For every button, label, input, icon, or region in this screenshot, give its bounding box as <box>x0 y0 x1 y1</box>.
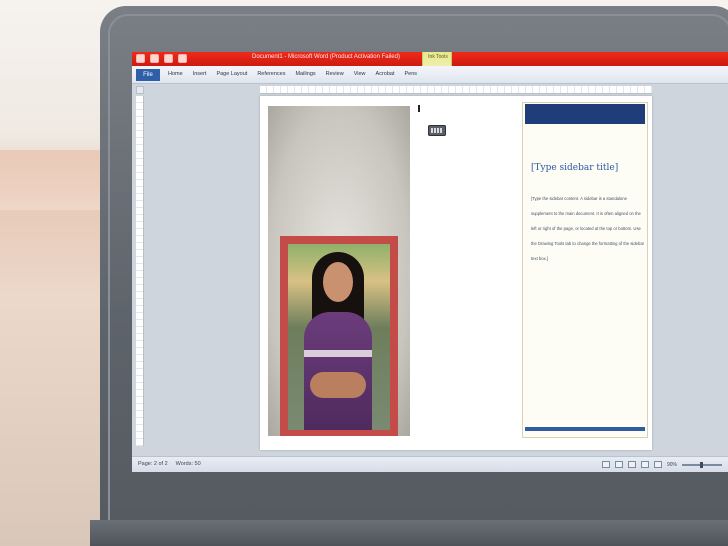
redo-icon[interactable] <box>178 54 187 63</box>
zoom-level[interactable]: 90% <box>667 462 677 468</box>
undo-icon[interactable] <box>164 54 173 63</box>
document-page[interactable]: [Type sidebar title] [Type the sidebar c… <box>260 96 652 450</box>
status-right: 90% <box>601 461 722 468</box>
web-layout-button[interactable] <box>627 461 636 468</box>
tab-acrobat[interactable]: Acrobat <box>376 71 395 77</box>
photo-dress-stripe <box>304 350 372 357</box>
text-cursor <box>418 105 420 112</box>
word-window: Document1 - Microsoft Word (Product Acti… <box>132 52 728 472</box>
laptop-base <box>90 520 728 546</box>
tab-mailings[interactable]: Mailings <box>295 71 315 77</box>
contextual-group-label: Ink Tools <box>428 54 448 60</box>
vertical-ruler[interactable] <box>136 96 144 446</box>
tab-page-layout[interactable]: Page Layout <box>216 71 247 77</box>
outline-button[interactable] <box>640 461 649 468</box>
draft-button[interactable] <box>653 461 662 468</box>
tab-review[interactable]: Review <box>326 71 344 77</box>
horizontal-ruler[interactable] <box>260 86 652 94</box>
sidebar-header-bar <box>525 104 645 124</box>
tab-home[interactable]: Home <box>168 71 183 77</box>
sidebar-title[interactable]: [Type sidebar title] <box>531 163 643 173</box>
save-icon[interactable] <box>150 54 159 63</box>
tab-references[interactable]: References <box>257 71 285 77</box>
status-left: Page: 2 of 2 Words: 50 <box>138 461 201 467</box>
photo-dress <box>304 312 372 430</box>
tab-pens[interactable]: Pens <box>405 71 418 77</box>
window-title: Document1 - Microsoft Word (Product Acti… <box>252 54 400 60</box>
photo-frame[interactable] <box>280 236 398 436</box>
status-bar: Page: 2 of 2 Words: 50 90% <box>132 456 728 472</box>
tab-insert[interactable]: Insert <box>193 71 207 77</box>
portrait-photo[interactable] <box>288 244 390 430</box>
tab-file[interactable]: File <box>136 69 160 81</box>
full-screen-reading-button[interactable] <box>614 461 623 468</box>
word-app-icon[interactable] <box>136 54 145 63</box>
tab-view[interactable]: View <box>354 71 366 77</box>
print-layout-button[interactable] <box>601 461 610 468</box>
zoom-slider-thumb[interactable] <box>700 461 703 468</box>
sidebar-text-box[interactable]: [Type sidebar title] [Type the sidebar c… <box>522 102 648 438</box>
photo-panel[interactable] <box>268 106 410 436</box>
quick-access-toolbar <box>136 54 187 63</box>
photo-arms <box>310 372 366 398</box>
keyboard-icon[interactable] <box>428 125 446 136</box>
word-count[interactable]: Words: 50 <box>176 461 201 467</box>
page-count[interactable]: Page: 2 of 2 <box>138 461 168 467</box>
sidebar-footer-bar <box>525 427 645 431</box>
zoom-slider[interactable] <box>682 461 722 468</box>
ribbon-tabs: File Home Insert Page Layout References … <box>132 66 728 84</box>
photo-face <box>323 262 353 302</box>
tab-list: Home Insert Page Layout References Maili… <box>168 71 417 77</box>
tab-selector[interactable] <box>136 86 144 94</box>
sidebar-body[interactable]: [Type the sidebar content. A sidebar is … <box>531 191 645 266</box>
